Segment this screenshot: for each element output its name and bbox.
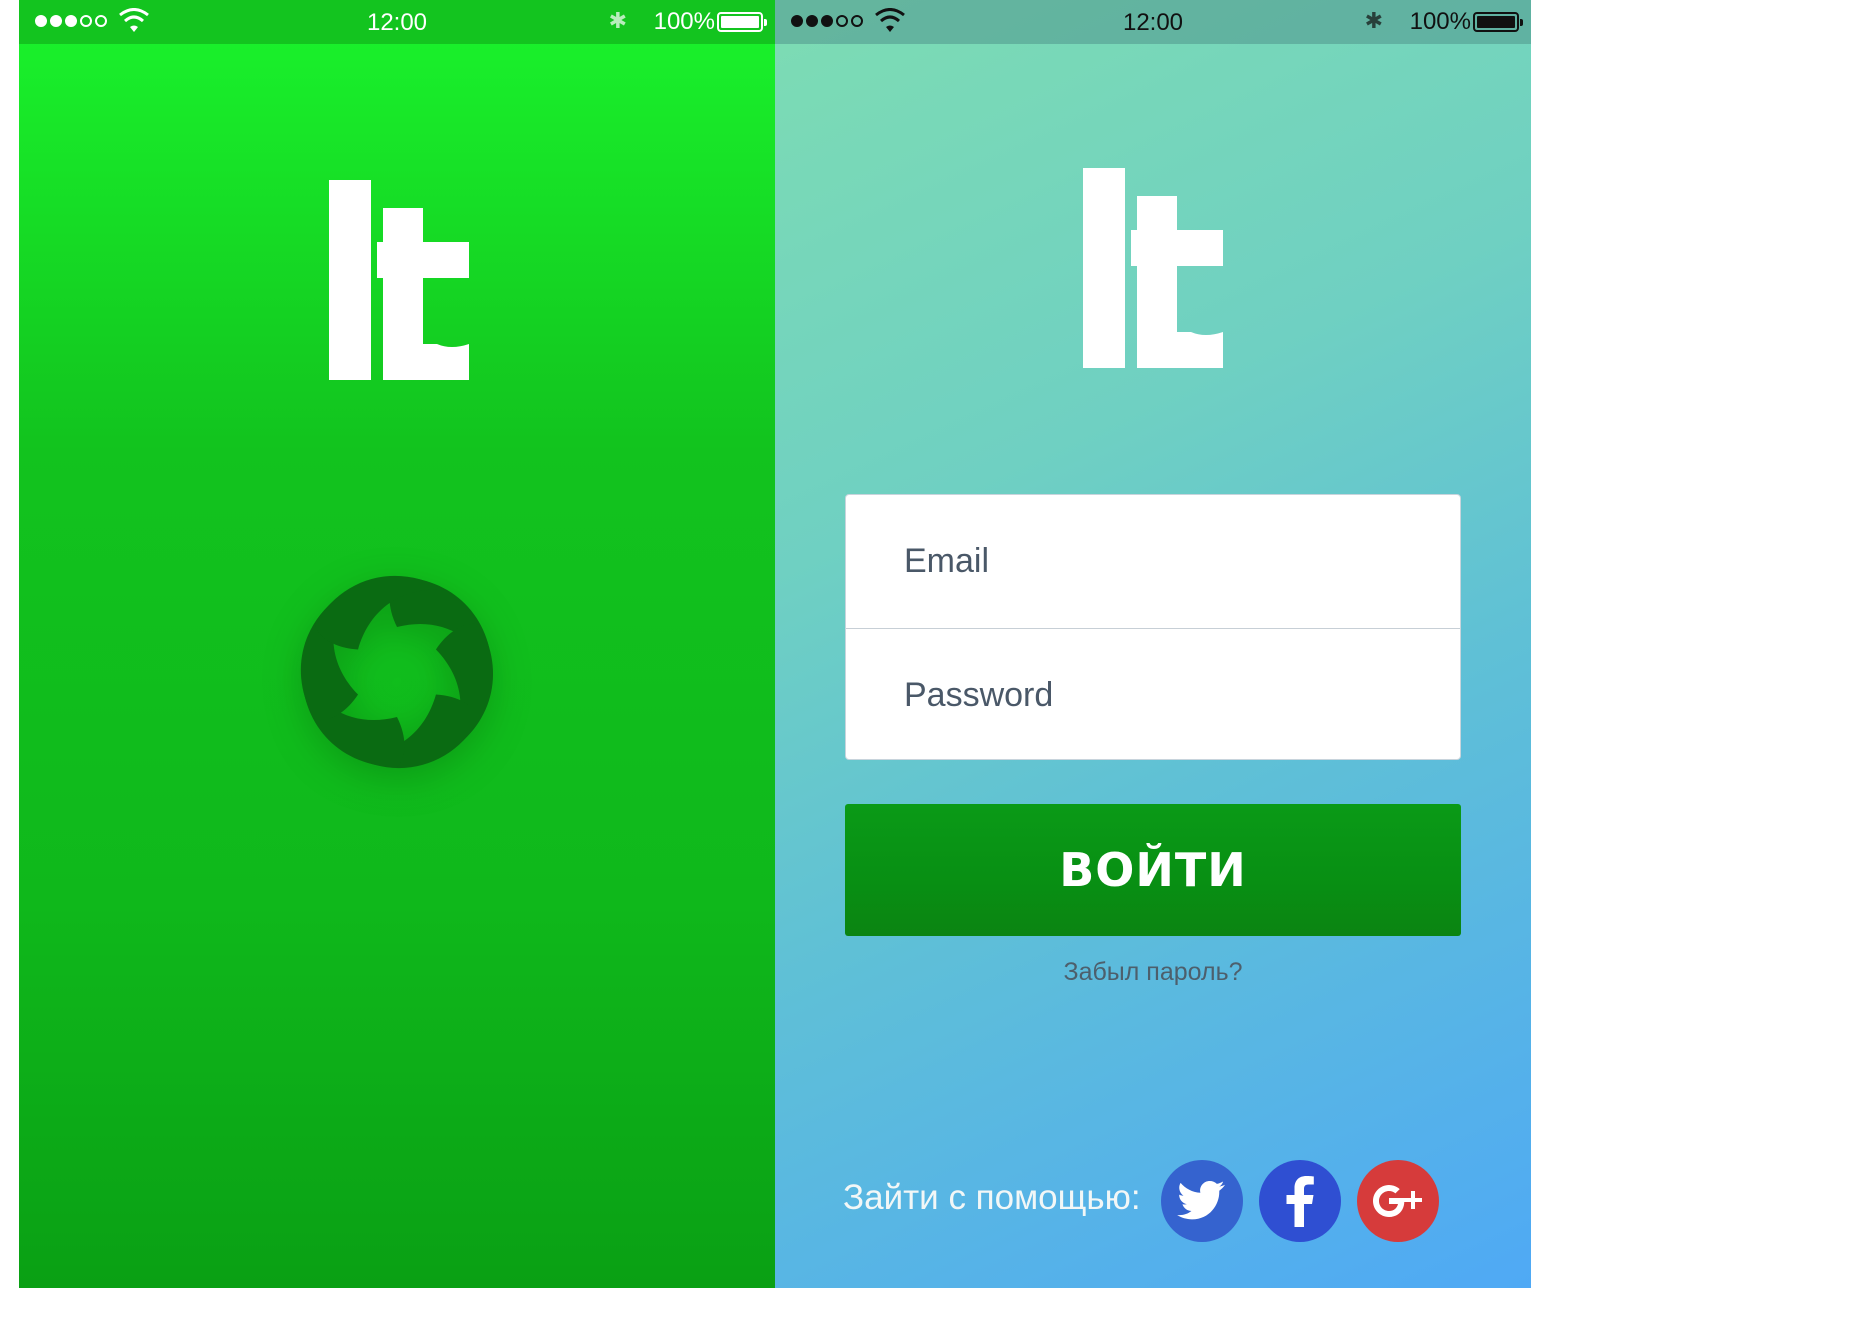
twitter-login-button[interactable]	[1161, 1160, 1243, 1242]
email-input[interactable]	[902, 541, 1460, 582]
login-button[interactable]: ВОЙТИ	[845, 804, 1461, 936]
battery-percentage: 100%	[1409, 8, 1471, 35]
google-plus-login-button[interactable]	[1357, 1160, 1439, 1242]
status-bar: 12:00 ✱ 100%	[775, 0, 1531, 44]
bluetooth-icon: ✱	[608, 8, 627, 33]
battery-icon	[717, 12, 767, 32]
swirl-spinner-icon	[301, 576, 493, 768]
facebook-icon	[1286, 1176, 1314, 1227]
facebook-login-button[interactable]	[1259, 1160, 1341, 1242]
forgot-password-link[interactable]: Забыл пароль?	[845, 958, 1461, 987]
battery-percentage: 100%	[653, 8, 715, 35]
splash-screen: 12:00 ✱ 100%	[19, 0, 775, 1288]
battery-icon	[1473, 12, 1523, 32]
lt-logo	[329, 180, 469, 380]
login-screen: 12:00 ✱ 100% ВОЙТИ Забыл пароль? Зайти с…	[775, 0, 1531, 1288]
password-input[interactable]	[902, 675, 1460, 716]
status-bar: 12:00 ✱ 100%	[19, 0, 775, 44]
email-field[interactable]	[846, 495, 1460, 628]
social-login-label: Зайти с помощью:	[843, 1178, 1141, 1217]
google-plus-icon	[1373, 1185, 1422, 1217]
twitter-icon	[1177, 1180, 1226, 1220]
password-field[interactable]	[846, 629, 1460, 759]
bluetooth-icon: ✱	[1364, 8, 1383, 33]
login-form	[845, 494, 1461, 760]
lt-logo	[1083, 168, 1223, 368]
